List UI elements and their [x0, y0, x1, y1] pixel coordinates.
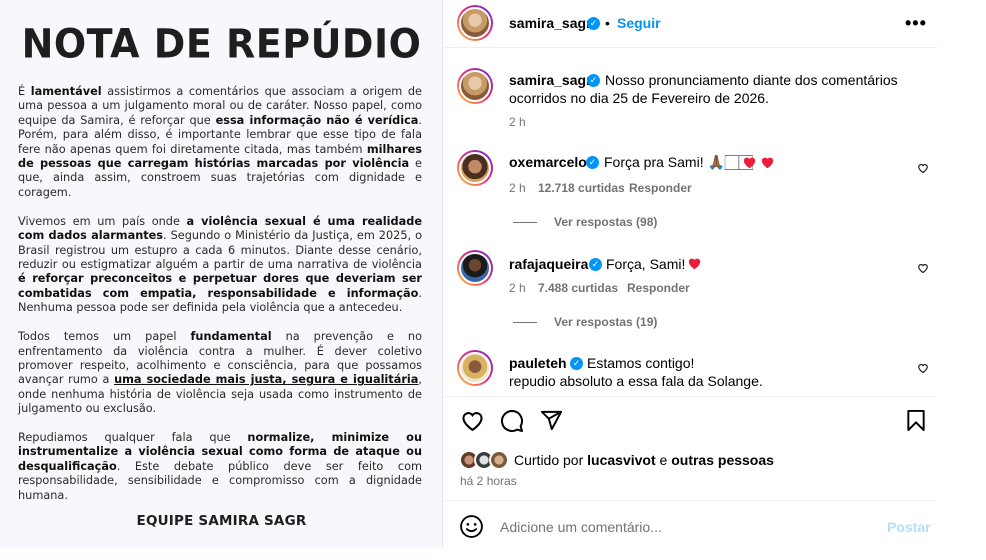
image-paragraph-2: Vivemos em um país onde a violência sexu… [18, 215, 422, 316]
comment-text-line-1: Estamos contigo! [587, 355, 695, 371]
like-comment-icon[interactable] [917, 162, 929, 174]
comment-likes[interactable]: 12.718 curtidas [538, 181, 625, 195]
comment-username[interactable]: oxemarcelo [509, 154, 587, 170]
liked-by-prefix: Curtido por [514, 452, 584, 468]
comment-text: Força, Sami! [606, 256, 686, 272]
liked-by-text: Curtido por lucasvivot e outras pessoas [514, 452, 774, 468]
commenter-avatar[interactable] [457, 250, 493, 286]
caption-username[interactable]: samira_sagr [509, 72, 592, 88]
divider [443, 396, 937, 397]
image-title: NOTA DE REPÚDIO [21, 20, 422, 68]
divider [443, 500, 937, 501]
emoji-icon[interactable] [459, 514, 484, 539]
liker-avatar[interactable] [489, 450, 509, 470]
replies-line [513, 222, 537, 223]
bold-text: essa informação não é verídica [215, 113, 419, 127]
follow-button[interactable]: Seguir [617, 15, 661, 31]
bold-text: fundamental [190, 330, 272, 344]
liked-by-others[interactable]: outras pessoas [671, 452, 774, 468]
comment-username[interactable]: pauleteh [509, 355, 567, 371]
more-options-icon[interactable]: ••• [905, 13, 927, 34]
verified-icon: ✓ [587, 17, 600, 30]
verified-icon: ✓ [589, 258, 602, 271]
like-icon[interactable] [460, 409, 485, 432]
comment-likes[interactable]: 7.488 curtidas [538, 281, 618, 295]
bold-text: lamentável [30, 85, 102, 98]
comment-input[interactable] [500, 517, 860, 537]
share-icon[interactable] [540, 409, 563, 432]
commenter-avatar[interactable] [457, 350, 493, 386]
caption-time: 2 h [509, 115, 526, 129]
body-text: Todos temos um papel [18, 330, 191, 344]
view-replies-button[interactable]: Ver respostas (98) [554, 215, 657, 229]
bold-underlined-text: uma sociedade mais justa, segura e igual… [114, 373, 419, 387]
red-heart-icon [743, 157, 756, 169]
image-signature: EQUIPE SAMIRA SAGR [136, 513, 307, 529]
post-sidebar: samira_sagr ✓ • Seguir ••• samira_sagr ✓… [443, 0, 986, 560]
image-paragraph-4: Repudiamos qualquer fala que normalize, … [18, 431, 422, 503]
verified-icon: ✓ [570, 357, 583, 370]
verified-icon: ✓ [587, 74, 600, 87]
comment-time: 2 h [509, 181, 526, 195]
caption-text-line-2: ocorridos no dia 25 de Fevereiro de 2026… [509, 90, 769, 106]
body-text: É [18, 85, 31, 98]
view-replies-button[interactable]: Ver respostas (19) [554, 315, 657, 329]
comment-text: Força pra Sami! 🙏🏾🏻🏻 [604, 154, 753, 170]
comment-icon[interactable] [500, 409, 524, 433]
body-text: Vivemos em um país onde [18, 214, 187, 228]
verified-icon: ✓ [586, 156, 599, 169]
avatar[interactable] [457, 5, 493, 41]
post-time: há 2 horas [460, 474, 517, 488]
separator-dot: • [605, 15, 610, 31]
image-body: É lamentável assistirmos a comentários q… [18, 85, 422, 518]
like-comment-icon[interactable] [917, 362, 929, 374]
post-button[interactable]: Postar [887, 519, 931, 535]
post-header: samira_sagr ✓ • Seguir ••• [443, 0, 937, 48]
caption-avatar[interactable] [457, 68, 493, 104]
comment-text-line-2: repudio absoluto a essa fala da Solange. [509, 373, 763, 389]
liked-by-mid: e [659, 452, 668, 468]
comment-time: 2 h [509, 281, 526, 295]
image-paragraph-1: É lamentável assistirmos a comentários q… [18, 85, 422, 200]
post-image: NOTA DE REPÚDIO É lamentável assistirmos… [0, 0, 443, 548]
image-paragraph-3: Todos temos um papel fundamental na prev… [18, 330, 422, 416]
commenter-avatar[interactable] [457, 150, 493, 186]
comment-username[interactable]: rafajaqueira [509, 256, 588, 272]
red-heart-icon [688, 258, 701, 270]
reply-button[interactable]: Responder [627, 281, 690, 295]
liked-by-user[interactable]: lucasvivot [587, 452, 655, 468]
save-bookmark-icon[interactable] [906, 409, 926, 432]
reply-button[interactable]: Responder [629, 181, 692, 195]
replies-line [513, 322, 537, 323]
like-comment-icon[interactable] [917, 262, 929, 274]
red-heart-icon [761, 157, 774, 169]
header-username[interactable]: samira_sagr [509, 15, 592, 31]
bold-text: é reforçar preconceitos e perpetuar dore… [18, 272, 422, 300]
body-text: Repudiamos qualquer fala que [18, 431, 248, 445]
caption-text-line-1: Nosso pronunciamento diante dos comentár… [605, 72, 898, 88]
